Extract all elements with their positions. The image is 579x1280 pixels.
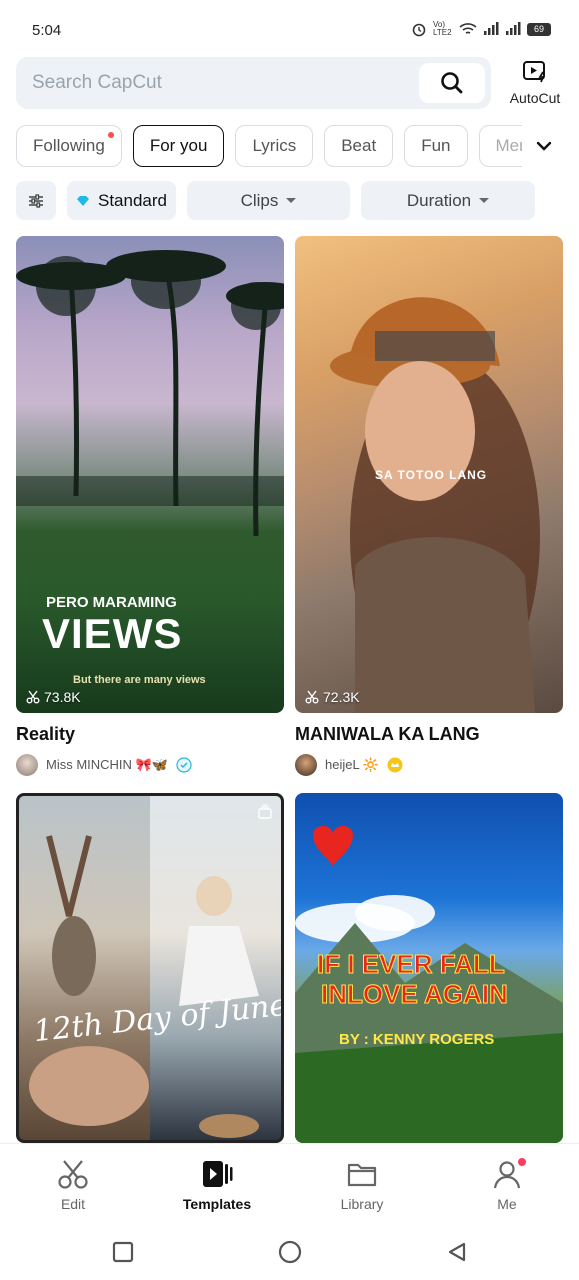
scissors-icon	[58, 1160, 88, 1189]
tab-label: Mem	[495, 136, 523, 155]
autocut-button[interactable]: AutoCut	[503, 58, 567, 110]
tab-label: Fun	[421, 136, 451, 155]
tab-label: Lyrics	[252, 136, 297, 155]
status-icons: Vo) LTE2 69	[411, 21, 551, 37]
template-card-if-i-ever-fall[interactable]: IF I EVER FALL INLOVE AGAIN BY : KENNY R…	[295, 793, 563, 1143]
back-icon[interactable]	[446, 1241, 468, 1263]
tab-fun[interactable]: Fun	[404, 125, 468, 167]
overlay-big-text: VIEWS	[42, 610, 183, 657]
diamond-icon	[77, 195, 89, 206]
search-button[interactable]	[419, 63, 485, 103]
template-card-reality[interactable]: PERO MARAMING VIEWS But there are many v…	[16, 236, 284, 713]
scissors-icon	[305, 690, 319, 704]
search-icon	[441, 72, 463, 94]
template-author[interactable]: Miss MINCHIN 🎀🦋	[16, 754, 192, 776]
author-name: heijeL 🔆	[325, 757, 380, 772]
wifi-icon	[459, 23, 477, 34]
folder-icon	[347, 1163, 377, 1187]
battery-icon: 69	[527, 22, 551, 36]
tab-for-you[interactable]: For you	[132, 125, 225, 167]
caret-down-icon	[286, 198, 297, 203]
search-bar[interactable]: Search CapCut	[16, 57, 491, 109]
nav-library[interactable]: Library	[312, 1158, 412, 1212]
tab-mem[interactable]: Mem	[478, 125, 523, 167]
template-title[interactable]: Reality	[16, 724, 75, 745]
system-nav-bar	[0, 1225, 579, 1280]
overlay-small-text: PERO MARAMING	[46, 594, 177, 611]
nav-me-label: Me	[497, 1196, 517, 1212]
avatar	[295, 754, 317, 776]
collage-image	[29, 835, 259, 1138]
nav-library-label: Library	[340, 1196, 384, 1212]
tab-lyrics[interactable]: Lyrics	[235, 125, 314, 167]
search-input[interactable]: Search CapCut	[32, 72, 162, 94]
status-time: 5:04	[32, 22, 62, 39]
filter-bar: Standard Clips Duration	[16, 181, 535, 220]
template-card-maniwala-ka-lang[interactable]: SA TOTOO LANG 72.3K	[295, 236, 563, 713]
notification-dot	[518, 1158, 526, 1166]
autocut-label: AutoCut	[509, 90, 561, 106]
signal-icon	[484, 22, 499, 35]
autocut-icon	[523, 61, 545, 83]
overlay-sub-text: But there are many views	[73, 674, 206, 686]
multi-clip-icon	[258, 804, 272, 819]
nav-templates-label: Templates	[182, 1196, 252, 1212]
status-bar: 5:04 Vo) LTE2 69	[0, 0, 579, 52]
signal-icon-2	[506, 22, 521, 35]
scissors-icon	[26, 690, 40, 704]
filter-duration-label: Duration	[406, 190, 472, 210]
view-count-value: 73.8K	[44, 689, 81, 705]
template-card-12th-day-of-june[interactable]: 12th Day of June	[16, 793, 284, 1143]
chevron-down-icon	[536, 141, 552, 151]
nav-edit-label: Edit	[60, 1196, 86, 1212]
filter-standard-label: Standard	[98, 190, 167, 210]
overlay-sub-text: BY : KENNY ROGERS	[339, 1031, 495, 1048]
filter-clips[interactable]: Clips	[187, 181, 350, 220]
overlay-text: SA TOTOO LANG	[375, 468, 488, 482]
more-categories-button[interactable]	[530, 132, 558, 160]
filter-duration[interactable]: Duration	[361, 181, 535, 220]
view-count: 72.3K	[305, 689, 360, 705]
recents-icon[interactable]	[112, 1241, 134, 1263]
bottom-nav: Edit Templates Library Me	[0, 1143, 579, 1225]
filter-standard[interactable]: Standard	[67, 181, 176, 220]
tab-label: Beat	[341, 136, 377, 155]
template-author[interactable]: heijeL 🔆	[295, 754, 403, 776]
overlay-line1-text: IF I EVER FALL	[317, 949, 506, 980]
filter-settings-button[interactable]	[16, 181, 56, 220]
template-title[interactable]: MANIWALA KA LANG	[295, 724, 480, 745]
nav-edit[interactable]: Edit	[23, 1158, 123, 1212]
nav-me[interactable]: Me	[457, 1158, 557, 1212]
author-name: Miss MINCHIN 🎀🦋	[46, 757, 168, 772]
tab-following[interactable]: Following	[16, 125, 122, 167]
nav-templates[interactable]: Templates	[167, 1158, 267, 1212]
caret-down-icon	[479, 198, 490, 203]
avatar	[16, 754, 38, 776]
category-tabs: Following For you Lyrics Beat Fun Mem	[16, 125, 522, 167]
view-count-value: 72.3K	[323, 689, 360, 705]
alarm-icon	[412, 23, 426, 37]
tab-label: For you	[149, 136, 208, 155]
notification-dot	[107, 132, 114, 138]
home-icon[interactable]	[278, 1240, 302, 1264]
crown-badge-icon	[387, 757, 403, 773]
view-count: 73.8K	[26, 689, 81, 705]
templates-icon	[203, 1161, 233, 1187]
network-label: Vo) LTE2	[433, 20, 452, 37]
verified-badge-icon	[176, 757, 192, 773]
overlay-line2-text: INLOVE AGAIN	[321, 979, 509, 1010]
sliders-icon	[29, 193, 43, 208]
tab-label: Following	[33, 136, 105, 155]
tab-beat[interactable]: Beat	[324, 125, 394, 167]
filter-clips-label: Clips	[240, 190, 279, 210]
